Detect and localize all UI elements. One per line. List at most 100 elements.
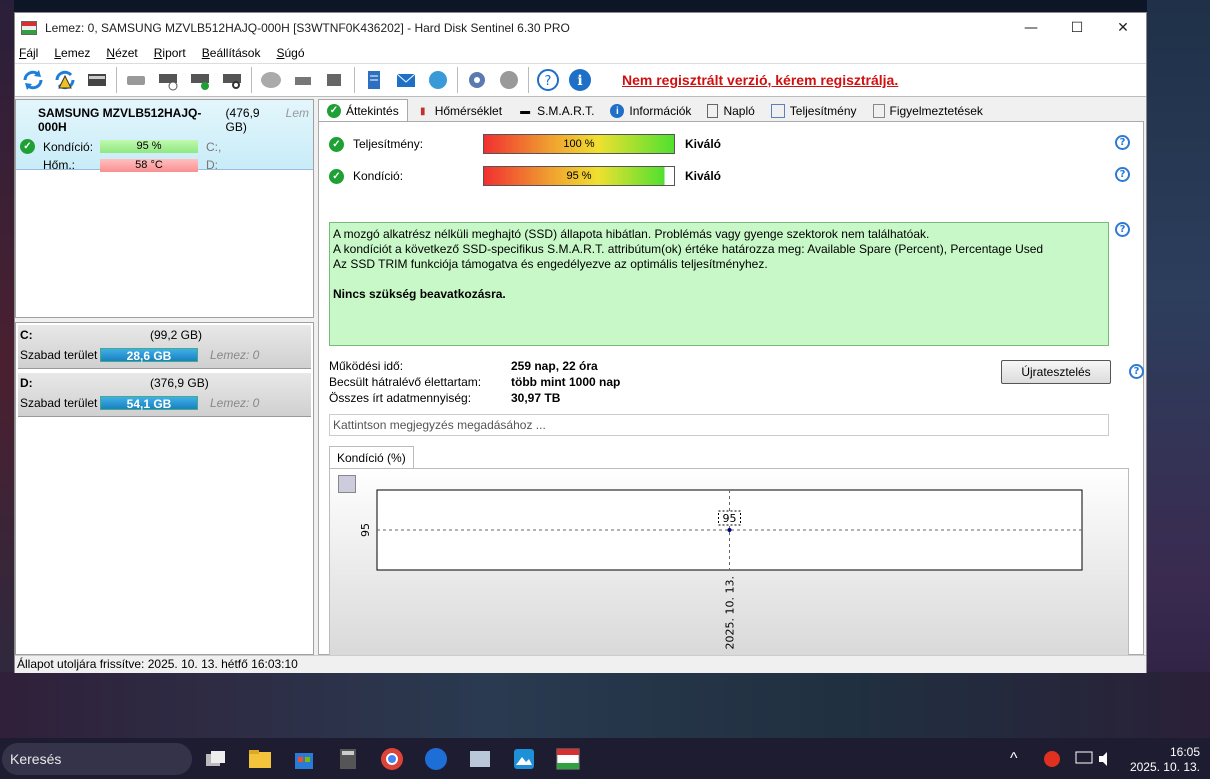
save-icon[interactable] xyxy=(338,475,356,493)
disk-export-icon[interactable] xyxy=(321,66,349,94)
disk-list: SAMSUNG MZVLB512HAJQ-000H (476,9 GB) Lem… xyxy=(15,99,314,318)
disk-extra: Lem xyxy=(285,106,309,120)
toolbar: ? i Nem regisztrált verzió, kérem regisz… xyxy=(15,63,1146,97)
app-icon-blue[interactable] xyxy=(420,743,452,775)
chevron-up-icon[interactable]: ^ xyxy=(1010,750,1018,768)
maximize-button[interactable]: ☐ xyxy=(1054,13,1100,43)
toolbar-separator xyxy=(457,67,458,93)
overview-content: ✓ Teljesítmény: 100 % Kiváló ? ✓ Kondíci… xyxy=(318,121,1144,662)
help-icon[interactable]: ? xyxy=(1115,135,1130,150)
condition-chart-svg: 95 95 2025. 10. 13. xyxy=(359,489,1083,649)
info-icon[interactable]: i xyxy=(566,66,594,94)
help-icon[interactable]: ? xyxy=(1115,222,1130,237)
task-view-icon[interactable] xyxy=(200,743,232,775)
menu-file[interactable]: Fájl xyxy=(19,46,38,60)
alerts-icon xyxy=(872,104,885,118)
disk-entry[interactable]: SAMSUNG MZVLB512HAJQ-000H (476,9 GB) Lem… xyxy=(16,100,313,172)
condition-row: ✓ Kondíció: 95 % Kiváló xyxy=(329,166,721,186)
toolbar-separator xyxy=(354,67,355,93)
volume-letter: D: xyxy=(20,376,33,390)
clock-date[interactable]: 2025. 10. 13. xyxy=(1120,760,1200,774)
refresh-warning-icon[interactable] xyxy=(51,66,79,94)
menu-disk[interactable]: Lemez xyxy=(54,46,90,60)
help-icon[interactable]: ? xyxy=(1115,167,1130,182)
tab-information[interactable]: i Információk xyxy=(602,101,699,121)
hdd-icon[interactable] xyxy=(257,66,285,94)
help-icon[interactable]: ? xyxy=(534,66,562,94)
lifetime-value: több mint 1000 nap xyxy=(511,375,621,389)
volume-size: (376,9 GB) xyxy=(150,376,209,390)
tab-label: Információk xyxy=(629,104,692,118)
disk-icon[interactable] xyxy=(83,66,111,94)
performance-rating: Kiváló xyxy=(685,137,722,151)
svg-text:i: i xyxy=(577,73,582,89)
message-line: A kondíciót a következő SSD-specifikus S… xyxy=(333,242,1044,256)
volume-c[interactable]: C: (99,2 GB) Szabad terület 28,6 GB Leme… xyxy=(18,325,311,369)
app-icon-gray[interactable] xyxy=(464,743,496,775)
tab-bar: ✓ Áttekintés ▮ Hőmérséklet ▬ S.M.A.R.T. … xyxy=(318,99,1144,121)
condition-label: Kondíció: xyxy=(353,169,404,183)
data-label: 95 xyxy=(723,512,737,525)
chart-icon xyxy=(770,104,785,118)
toolbar-separator xyxy=(251,67,252,93)
x-tick-label: 2025. 10. 13. xyxy=(724,576,737,649)
menu-help[interactable]: Súgó xyxy=(276,46,304,60)
photos-icon[interactable] xyxy=(508,743,540,775)
disk-stats: Működési idő: 259 nap, 22 óra Becsült há… xyxy=(329,359,620,407)
message-line: Az SSD TRIM funkciója támogatva és enged… xyxy=(333,257,768,271)
volume-d[interactable]: D: (376,9 GB) Szabad terület 54,1 GB Lem… xyxy=(18,373,311,417)
title-bar[interactable]: Lemez: 0, SAMSUNG MZVLB512HAJQ-000H [S3W… xyxy=(15,13,1146,43)
tab-label: Napló xyxy=(723,104,755,118)
minimize-button[interactable]: — xyxy=(1008,13,1054,43)
menu-view[interactable]: Nézet xyxy=(106,46,137,60)
written-value: 30,97 TB xyxy=(511,391,561,405)
disk-clock-icon[interactable] xyxy=(154,66,182,94)
clock-time[interactable]: 16:05 xyxy=(1130,745,1200,759)
tab-overview[interactable]: ✓ Áttekintés xyxy=(318,99,408,121)
mail-icon[interactable] xyxy=(392,66,420,94)
status-bar: Állapot utoljára frissítve: 2025. 10. 13… xyxy=(15,655,1146,673)
sound-icon[interactable] xyxy=(495,66,523,94)
desktop-wallpaper-bottom xyxy=(0,672,1210,738)
tab-alerts[interactable]: Figyelmeztetések xyxy=(865,101,991,121)
volume-disk: Lemez: 0 xyxy=(210,348,260,362)
tab-label: Figyelmeztetések xyxy=(889,104,983,118)
close-button[interactable]: ✕ xyxy=(1100,13,1146,43)
help-icon[interactable]: ? xyxy=(1129,364,1144,379)
calculator-icon[interactable] xyxy=(332,743,364,775)
hard-disk-sentinel-taskbar-icon[interactable] xyxy=(552,743,584,775)
free-space-label: Szabad terület xyxy=(20,348,98,362)
lifetime-label: Becsült hátralévő élettartam: xyxy=(329,375,482,389)
tab-log[interactable]: Napló xyxy=(699,101,762,121)
condition-chart: 95 95 2025. 10. 13. xyxy=(329,468,1129,662)
temperature-mini-bar: 58 °C xyxy=(100,158,198,172)
ea-icon[interactable] xyxy=(1036,743,1068,775)
tab-smart[interactable]: ▬ S.M.A.R.T. xyxy=(510,101,602,121)
tools-icon[interactable] xyxy=(289,66,317,94)
taskbar-search[interactable]: Keresés xyxy=(2,743,192,775)
note-field[interactable]: Kattintson megjegyzés megadásához ... xyxy=(329,414,1109,436)
retest-button[interactable]: Újratesztelés xyxy=(1001,360,1111,384)
registration-warning-link[interactable]: Nem regisztrált verzió, kérem regisztrál… xyxy=(622,72,898,88)
refresh-icon[interactable] xyxy=(19,66,47,94)
file-explorer-icon[interactable] xyxy=(244,743,276,775)
menu-report[interactable]: Riport xyxy=(154,46,186,60)
tab-temperature[interactable]: ▮ Hőmérséklet xyxy=(408,101,510,121)
chart-tab-condition[interactable]: Kondíció (%) xyxy=(329,446,414,468)
condition-bar: 95 % xyxy=(483,166,675,186)
disk-name: SAMSUNG MZVLB512HAJQ-000H xyxy=(38,106,202,134)
settings-icon[interactable] xyxy=(463,66,491,94)
disk-gray-icon[interactable] xyxy=(122,66,150,94)
disk-check-icon[interactable] xyxy=(186,66,214,94)
chrome-icon[interactable] xyxy=(376,743,408,775)
menu-settings[interactable]: Beállítások xyxy=(202,46,261,60)
disk-search-icon[interactable] xyxy=(218,66,246,94)
report-icon[interactable] xyxy=(360,66,388,94)
check-icon: ✓ xyxy=(329,136,344,152)
store-icon[interactable] xyxy=(288,743,320,775)
globe-icon[interactable] xyxy=(424,66,452,94)
volume-icon[interactable] xyxy=(1090,743,1122,775)
tab-performance[interactable]: Teljesítmény xyxy=(763,101,865,121)
tab-label: Teljesítmény xyxy=(789,104,857,118)
temperature-drive: D: xyxy=(206,158,218,172)
